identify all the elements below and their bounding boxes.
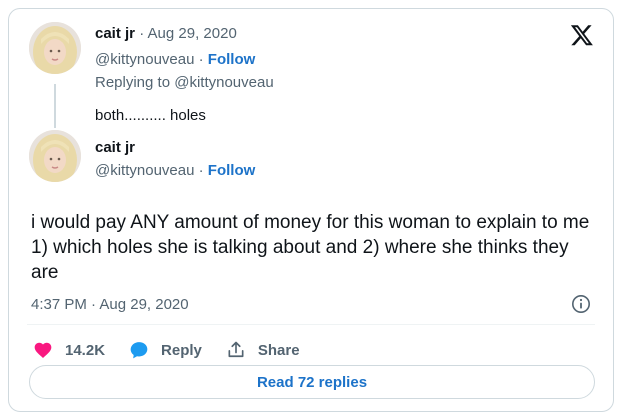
main-name-line: cait jr <box>95 139 135 156</box>
embedded-tweet-card: cait jr · Aug 29, 2020 @kittynouveau · F… <box>8 8 614 412</box>
replying-to-text: Replying to @kittynouveau <box>95 74 274 91</box>
share-button[interactable]: Share <box>226 340 300 360</box>
main-avatar[interactable] <box>29 130 81 182</box>
parent-date-separator: · <box>139 25 148 42</box>
parent-display-name[interactable]: cait jr <box>95 25 135 42</box>
heart-icon <box>34 342 52 358</box>
info-icon[interactable] <box>571 294 591 314</box>
thread-connector-line <box>54 84 56 128</box>
parent-follow-button[interactable]: Follow <box>208 51 256 68</box>
avatar-image <box>29 22 81 74</box>
parent-date[interactable]: Aug 29, 2020 <box>148 25 237 42</box>
main-handle[interactable]: @kittynouveau <box>95 162 194 179</box>
main-handle-line: @kittynouveau · Follow <box>95 162 255 179</box>
parent-name-line: cait jr · Aug 29, 2020 <box>95 25 237 42</box>
parent-follow-separator: · <box>198 51 208 68</box>
main-display-name[interactable]: cait jr <box>95 139 135 156</box>
actions-divider <box>27 324 595 325</box>
main-follow-button[interactable]: Follow <box>208 162 256 179</box>
reply-bubble-icon <box>130 342 148 359</box>
share-label: Share <box>257 341 300 359</box>
reply-button[interactable]: Reply <box>129 340 202 360</box>
like-button[interactable]: 14.2K <box>33 340 105 360</box>
main-follow-separator: · <box>198 162 208 179</box>
parent-handle[interactable]: @kittynouveau <box>95 51 194 68</box>
main-tweet-text: i would pay ANY amount of money for this… <box>31 212 590 283</box>
avatar-image <box>29 130 81 182</box>
tweet-timestamp[interactable]: 4:37 PM · Aug 29, 2020 <box>31 296 189 313</box>
x-logo-icon[interactable] <box>569 23 595 47</box>
share-icon <box>228 341 244 358</box>
parent-avatar[interactable] <box>29 22 81 74</box>
parent-handle-line: @kittynouveau · Follow <box>95 51 255 68</box>
read-replies-button[interactable]: Read 72 replies <box>29 365 595 399</box>
like-count: 14.2K <box>65 341 106 359</box>
reply-label: Reply <box>161 341 202 359</box>
parent-tweet-text: both.......... holes <box>95 107 206 124</box>
tweet-actions: 14.2K Reply Share <box>33 339 324 361</box>
